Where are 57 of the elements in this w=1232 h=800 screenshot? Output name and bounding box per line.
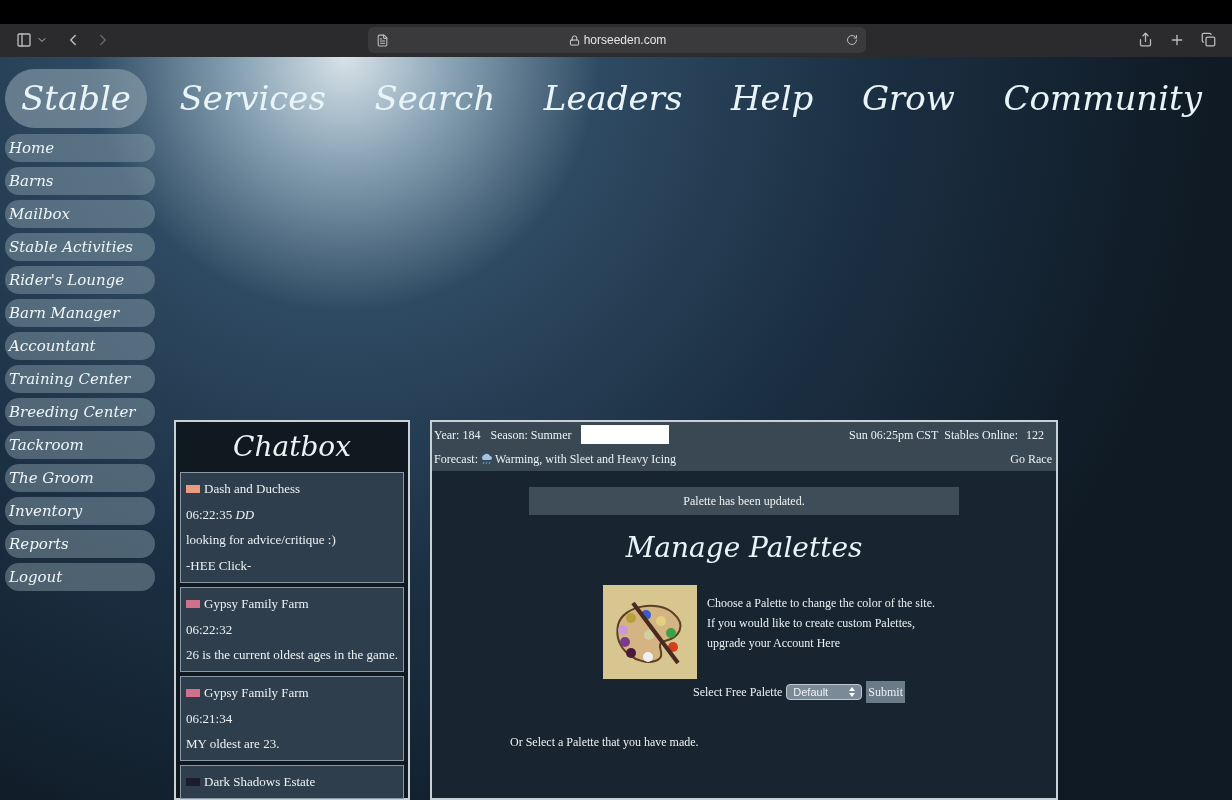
url-text: horseeden.com <box>583 32 667 50</box>
server-time: Sun 06:25pm CST <box>848 426 939 444</box>
chat-author[interactable]: Gypsy Family Farm <box>204 594 309 614</box>
sidebar-link[interactable]: Training Center <box>5 365 155 393</box>
sidebar-link[interactable]: Inventory <box>5 497 155 525</box>
forecast-label: Forecast: <box>434 451 478 468</box>
address-bar[interactable]: horseeden.com <box>368 27 866 54</box>
season-text: Season: Summer <box>490 426 572 444</box>
sidebar-link[interactable]: Logout <box>5 563 155 591</box>
sidebar-link[interactable]: Accountant <box>5 332 155 360</box>
chat-time: 06:22:35 DD <box>186 505 256 524</box>
nav-link[interactable]: Stable <box>5 69 147 128</box>
lock-icon <box>568 34 580 46</box>
sidebar-link[interactable]: The Groom <box>5 464 155 492</box>
nav-link[interactable]: Help <box>714 69 830 128</box>
sidebar-link[interactable]: Breeding Center <box>5 398 155 426</box>
sidebar-link[interactable]: Stable Activities <box>5 233 155 261</box>
stables-online-label: Stables Online: <box>944 426 1018 444</box>
chat-time: 06:22:32 <box>186 620 234 639</box>
sidebar-link[interactable]: Rider's Lounge <box>5 266 155 294</box>
stables-online-count: 122 <box>1026 426 1044 444</box>
reload-icon[interactable] <box>846 34 858 47</box>
sidebar-link[interactable]: Reports <box>5 530 155 558</box>
sidebar-icon[interactable] <box>16 32 32 49</box>
chat-author[interactable]: Gypsy Family Farm <box>204 683 309 703</box>
tabs-icon[interactable] <box>1201 32 1216 48</box>
chat-text: looking for advice/critique :) <box>186 531 337 549</box>
paint-palette-icon <box>603 585 698 679</box>
chat-text: MY oldest are 23. <box>186 735 281 753</box>
palette-select[interactable]: Default <box>786 684 863 700</box>
updown-arrows-icon <box>849 687 856 697</box>
sleet-cloud-icon <box>480 453 493 465</box>
sidebar-link[interactable]: Barns <box>5 167 155 195</box>
submit-button[interactable]: Submit <box>866 681 905 703</box>
chatbox-title: Chatbox <box>232 429 352 465</box>
chat-time: 06:21:34 <box>186 709 234 728</box>
forecast-text: Warming, with Sleet and Heavy Icing <box>495 451 676 468</box>
share-icon[interactable] <box>1138 32 1153 48</box>
chat-text: -HEE Click- <box>186 557 253 575</box>
sidebar-link[interactable]: Barn Manager <box>5 299 155 327</box>
go-race-link[interactable]: Go Race <box>1010 450 1052 468</box>
notice-banner: Palette has been updated. <box>529 487 959 515</box>
chat-author[interactable]: Dash and Duchess <box>204 479 301 499</box>
select-label: Select Free Palette <box>693 684 783 701</box>
page-title: Manage Palettes <box>625 530 863 566</box>
chat-text: 26 is the current oldest ages in the game. <box>186 646 398 664</box>
nav-link[interactable]: Grow <box>845 69 971 128</box>
sidebar-link[interactable]: Mailbox <box>5 200 155 228</box>
palette-description: Choose a Palette to change the color of the site. If you would like to create custom Palettes, upgrade your Account Here <box>707 595 935 652</box>
custom-palette-text: Or Select a Palette that you have made. <box>510 734 699 751</box>
page-icon <box>376 33 389 47</box>
sidebar-link[interactable]: Tackroom <box>5 431 155 459</box>
nav-link[interactable]: Community <box>987 69 1218 128</box>
chat-author[interactable]: Dark Shadows Estate <box>204 772 316 792</box>
sidebar-link[interactable]: Home <box>5 134 155 162</box>
nav-link[interactable]: Leaders <box>527 69 699 128</box>
year-text: Year: 184 <box>434 426 481 444</box>
